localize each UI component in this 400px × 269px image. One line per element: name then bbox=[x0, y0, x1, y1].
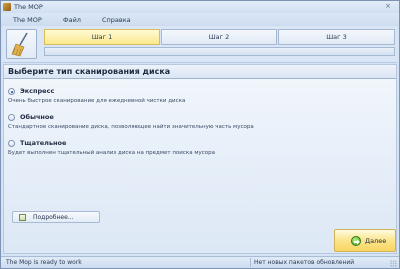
window-title: The MOP bbox=[14, 3, 43, 11]
tab-step-1[interactable]: Шаг 1 bbox=[44, 29, 160, 45]
status-bar: The Mop is ready to work Нет новых пакет… bbox=[1, 256, 399, 268]
broom-app-icon bbox=[3, 3, 11, 11]
menu-item-the-mop[interactable]: The MOP bbox=[13, 16, 42, 24]
arrow-right-icon bbox=[351, 236, 361, 246]
next-button-label: Далее bbox=[365, 237, 387, 245]
option-express-title: Экспресс bbox=[20, 87, 55, 95]
list-icon bbox=[19, 214, 26, 221]
option-thorough-description: Будет выполнен тщательный анализ диска н… bbox=[8, 150, 215, 156]
wizard-progress-bar bbox=[44, 47, 395, 56]
menu-item-help[interactable]: Справка bbox=[102, 16, 131, 24]
section-title: Выберите тип сканирования диска bbox=[4, 65, 396, 79]
next-button[interactable]: Далее bbox=[334, 229, 396, 252]
title-bar[interactable]: The MOP × bbox=[1, 1, 399, 13]
details-button[interactable]: Подробнее... bbox=[12, 211, 100, 223]
status-divider bbox=[250, 258, 251, 267]
radio-express[interactable] bbox=[8, 88, 15, 95]
menu-item-file[interactable]: Файл bbox=[63, 16, 81, 24]
radio-thorough[interactable] bbox=[8, 140, 15, 147]
option-express-description: Очень быстрое сканирование для ежедневно… bbox=[8, 98, 186, 104]
details-button-label: Подробнее... bbox=[33, 214, 74, 221]
tab-step-3[interactable]: Шаг 3 bbox=[278, 29, 395, 45]
update-status-text: Нет новых пакетов обновлений bbox=[254, 259, 355, 266]
broom-icon bbox=[6, 29, 37, 59]
tab-step-2[interactable]: Шаг 2 bbox=[161, 29, 277, 45]
radio-normal[interactable] bbox=[8, 114, 15, 121]
app-window: The MOP × The MOP Файл Справка Шаг 1 Шаг… bbox=[0, 0, 400, 269]
option-thorough-title: Тщательное bbox=[20, 139, 67, 147]
status-text: The Mop is ready to work bbox=[6, 259, 82, 266]
option-normal-description: Стандартное сканирование диска, позволяю… bbox=[8, 124, 254, 130]
menu-bar: The MOP Файл Справка bbox=[1, 13, 399, 26]
wizard-header: Шаг 1 Шаг 2 Шаг 3 bbox=[3, 26, 397, 63]
option-normal-title: Обычное bbox=[20, 113, 54, 121]
resize-grip[interactable] bbox=[390, 260, 397, 267]
close-button[interactable]: × bbox=[381, 2, 395, 11]
scan-type-panel: Выберите тип сканирования диска Экспресс… bbox=[3, 64, 397, 254]
